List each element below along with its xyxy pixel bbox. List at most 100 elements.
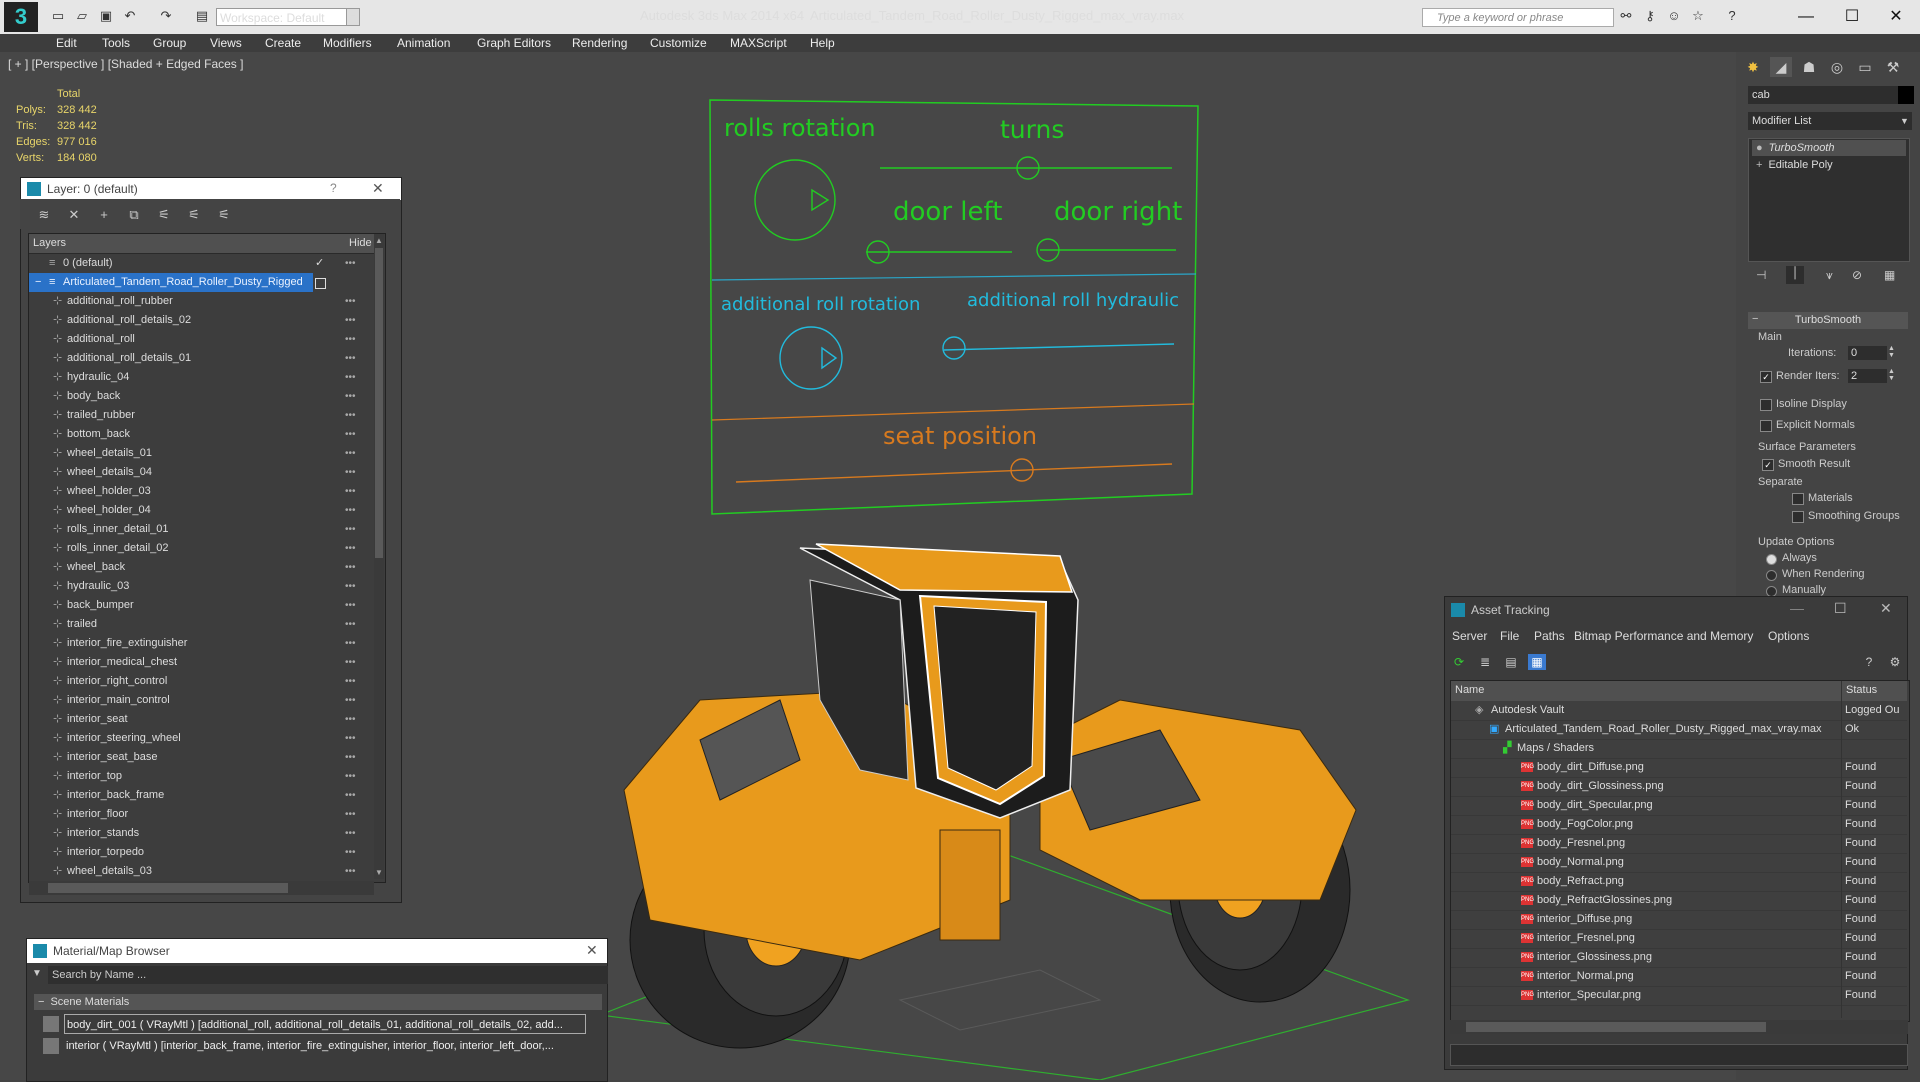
always-radio[interactable] <box>1766 554 1777 565</box>
new-icon[interactable]: ▭ <box>50 8 66 24</box>
menu-customize[interactable]: Customize <box>650 34 707 52</box>
layer-row[interactable]: ⊹ hydraulic_04 ••• <box>29 368 372 387</box>
layer-panel-titlebar[interactable]: Layer: 0 (default) <box>21 178 401 200</box>
hide-toggle[interactable]: ••• <box>345 368 356 387</box>
material-search-input[interactable]: Search by Name ... <box>48 966 608 984</box>
layer-row[interactable]: ⊹ interior_floor ••• <box>29 805 372 824</box>
menu-help[interactable]: Help <box>810 34 835 52</box>
layer-row[interactable]: ⊹ interior_medical_chest ••• <box>29 653 372 672</box>
close-icon[interactable]: ✕ <box>1880 600 1892 617</box>
make-unique-icon[interactable]: ⩛ <box>1826 268 1833 283</box>
menu-create[interactable]: Create <box>265 34 301 52</box>
hide-toggle[interactable]: ••• <box>345 330 356 349</box>
maximize-icon[interactable]: ☐ <box>1830 4 1874 30</box>
layer-row[interactable]: ⊹ interior_stands ••• <box>29 824 372 843</box>
motion-tab-icon[interactable]: ◎ <box>1826 57 1848 77</box>
asset-row-file[interactable]: PNG body_RefractGlossines.png Found <box>1451 891 1907 911</box>
hierarchy-tab-icon[interactable]: ☗ <box>1798 57 1820 77</box>
hide-toggle[interactable]: ••• <box>345 596 356 615</box>
detail-view-icon[interactable]: ▤ <box>1502 654 1520 670</box>
user-icon[interactable]: ☺ <box>1666 8 1682 24</box>
save-icon[interactable]: ▣ <box>98 8 114 24</box>
layer-row[interactable]: ⊹ wheel_details_03 ••• <box>29 862 372 879</box>
layer-row[interactable]: ⊹ additional_roll ••• <box>29 330 372 349</box>
asset-row-file[interactable]: PNG body_Fresnel.png Found <box>1451 834 1907 854</box>
hide-toggle[interactable]: ••• <box>345 463 356 482</box>
menu-group[interactable]: Group <box>153 34 186 52</box>
layer-row[interactable]: ⊹ interior_seat_base ••• <box>29 748 372 767</box>
rollout-collapse-icon[interactable]: − <box>1752 313 1758 325</box>
hide-toggle[interactable]: ••• <box>345 482 356 501</box>
render-iters-spinner[interactable]: 2 <box>1848 369 1887 383</box>
asset-path-field[interactable] <box>1450 1044 1908 1066</box>
hide-toggle[interactable]: ••• <box>345 710 356 729</box>
modify-tab-icon[interactable]: ◢ <box>1770 57 1792 77</box>
layer-row[interactable]: ⊹ bottom_back ••• <box>29 425 372 444</box>
redo-icon[interactable]: ↷ <box>158 8 174 24</box>
highlight-icon[interactable]: ⚟ <box>156 207 172 223</box>
asset-row-file[interactable]: PNG body_FogColor.png Found <box>1451 815 1907 835</box>
hide-toggle[interactable]: ••• <box>345 672 356 691</box>
layer-row-default[interactable]: ≡ 0 (default) ✓ ••• <box>29 254 372 273</box>
hide-toggle[interactable]: ••• <box>345 824 356 843</box>
help-icon[interactable]: ? <box>1860 654 1878 670</box>
hide-toggle[interactable]: ••• <box>345 539 356 558</box>
freeze-all-icon[interactable]: ⚟ <box>216 207 232 223</box>
spinner-arrows-icon[interactable]: ▲ ▼ <box>1888 368 1895 382</box>
scroll-up-icon[interactable]: ▲ <box>375 236 383 245</box>
hide-toggle[interactable]: ••• <box>345 444 356 463</box>
isoline-checkbox[interactable] <box>1760 399 1772 411</box>
list-view-icon[interactable]: ≣ <box>1476 654 1494 670</box>
material-row[interactable]: body_dirt_001 ( VRayMtl ) [additional_ro… <box>64 1014 586 1034</box>
hide-toggle[interactable]: ••• <box>345 387 356 406</box>
collapse-icon[interactable]: − <box>38 996 44 1008</box>
collapse-icon[interactable]: − <box>35 273 41 292</box>
hide-all-icon[interactable]: ⚟ <box>186 207 202 223</box>
minimize-icon[interactable]: — <box>1790 600 1804 616</box>
smooth-result-checkbox[interactable]: ✓ <box>1762 459 1774 471</box>
col-layers[interactable]: Layers <box>33 237 66 249</box>
hide-toggle[interactable]: ••• <box>345 653 356 672</box>
layer-row[interactable]: ⊹ wheel_holder_03 ••• <box>29 482 372 501</box>
hide-toggle[interactable]: ••• <box>345 520 356 539</box>
when-rendering-radio[interactable] <box>1766 570 1777 581</box>
chevron-down-icon[interactable]: ▼ <box>32 968 42 979</box>
hide-toggle[interactable]: ••• <box>345 349 356 368</box>
hide-toggle[interactable]: ••• <box>345 786 356 805</box>
asset-menu-bitmap-performance[interactable]: Bitmap Performance and Memory <box>1574 629 1753 643</box>
asset-row-file[interactable]: PNG interior_Glossiness.png Found <box>1451 948 1907 968</box>
layer-row[interactable]: ⊹ rolls_inner_detail_01 ••• <box>29 520 372 539</box>
layer-row[interactable]: ⊹ interior_torpedo ••• <box>29 843 372 862</box>
layer-row[interactable]: ⊹ interior_steering_wheel ••• <box>29 729 372 748</box>
hide-toggle[interactable]: ••• <box>345 311 356 330</box>
layer-row[interactable]: ⊹ interior_back_frame ••• <box>29 786 372 805</box>
asset-row-file[interactable]: PNG interior_Specular.png Found <box>1451 986 1907 1006</box>
menu-views[interactable]: Views <box>210 34 242 52</box>
menu-maxscript[interactable]: MAXScript <box>730 34 787 52</box>
undo-icon[interactable]: ↶ <box>122 8 138 24</box>
remove-modifier-icon[interactable]: ⊘ <box>1852 268 1862 282</box>
explicit-normals-checkbox[interactable] <box>1760 420 1772 432</box>
asset-menu-options[interactable]: Options <box>1768 629 1809 643</box>
add-icon[interactable]: + <box>96 207 112 223</box>
hide-toggle[interactable]: ••• <box>345 292 356 311</box>
modifier-list-dropdown[interactable]: Modifier List <box>1748 112 1912 130</box>
stack-item-editable-poly[interactable]: + Editable Poly <box>1752 157 1906 173</box>
road-roller-model[interactable] <box>623 543 1357 1049</box>
asset-row-file[interactable]: PNG body_Refract.png Found <box>1451 872 1907 892</box>
expand-icon[interactable]: + <box>1756 159 1762 171</box>
render-iters-checkbox[interactable]: ✓ <box>1760 371 1772 383</box>
asset-menu-server[interactable]: Server <box>1452 629 1487 643</box>
hide-toggle[interactable]: ••• <box>345 501 356 520</box>
turbosmooth-rollout-title[interactable]: TurboSmooth <box>1748 312 1908 329</box>
hide-toggle[interactable]: ••• <box>345 634 356 653</box>
utilities-tab-icon[interactable]: ⚒ <box>1882 57 1904 77</box>
layer-row[interactable]: ⊹ wheel_details_04 ••• <box>29 463 372 482</box>
materials-checkbox[interactable] <box>1792 493 1804 505</box>
layer-row[interactable]: ⊹ back_bumper ••• <box>29 596 372 615</box>
pin-stack-icon[interactable]: ⊣ <box>1756 268 1766 282</box>
app-logo-icon[interactable]: 3 <box>4 2 38 32</box>
hide-toggle[interactable]: ••• <box>345 862 356 879</box>
asset-row-maxfile[interactable]: ▣ Articulated_Tandem_Road_Roller_Dusty_R… <box>1451 720 1907 740</box>
stack-item-turbosmooth[interactable]: ● TurboSmooth <box>1752 140 1906 156</box>
